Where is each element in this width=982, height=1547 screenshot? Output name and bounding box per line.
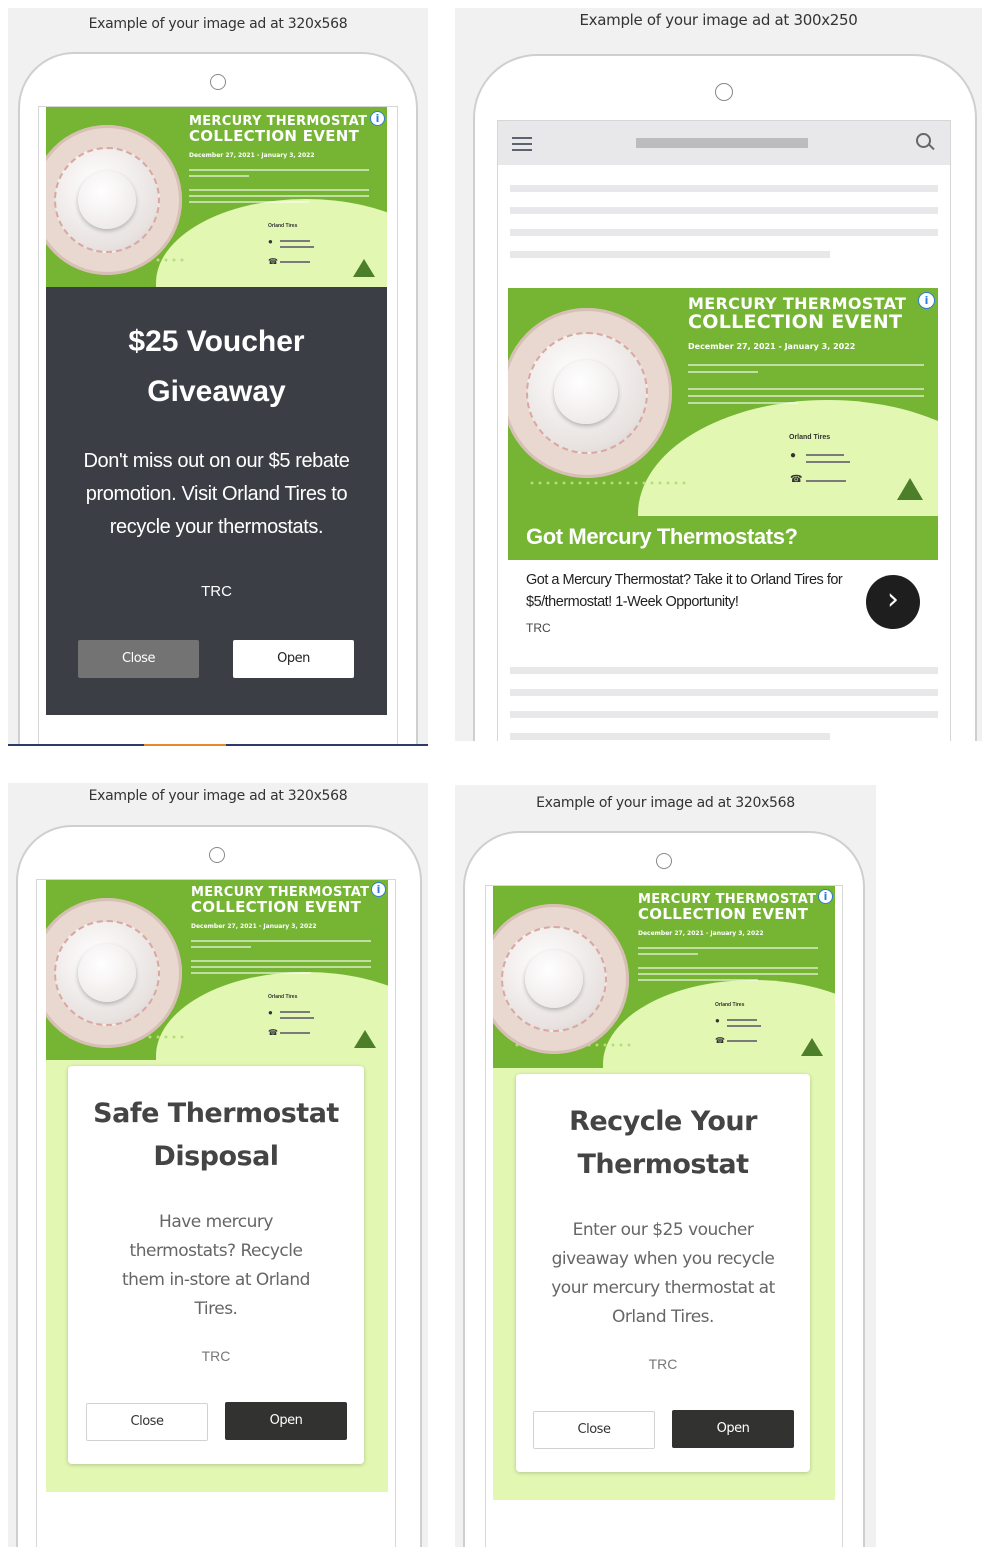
ad-headline: Safe Thermostat Disposal: [93, 1098, 339, 1172]
banner-date: December 27, 2021 - January 3, 2022: [638, 930, 764, 937]
close-button[interactable]: Close: [78, 640, 199, 678]
banner-store-name: Orland Tires: [268, 223, 298, 229]
phone-camera-icon: [656, 853, 672, 869]
hamburger-menu-icon[interactable]: [512, 137, 532, 151]
phone-icon: ☎: [268, 257, 278, 266]
banner-store-name: Orland Tires: [789, 434, 831, 441]
open-button[interactable]: Open: [672, 1410, 794, 1448]
preview-panel-4: Example of your image ad at 320x568 MERC…: [455, 785, 876, 1547]
ad-info-icon[interactable]: i: [370, 111, 385, 126]
open-button[interactable]: Open: [225, 1402, 347, 1440]
thermostat-image: [493, 904, 629, 1054]
banner-date: December 27, 2021 - January 3, 2022: [191, 923, 317, 930]
banner-store-name: Orland Tires: [715, 1002, 745, 1008]
location-pin-icon: ●: [268, 237, 273, 246]
preview-caption: Example of your image ad at 320x568: [88, 788, 348, 804]
banner-title: MERCURY THERMOSTAT COLLECTION EVENT: [638, 892, 817, 923]
browser-toolbar: [498, 121, 950, 165]
phone-camera-icon: [210, 74, 226, 90]
banner-title: MERCURY THERMOSTAT COLLECTION EVENT: [189, 114, 368, 145]
phone-icon: ☎: [268, 1028, 278, 1037]
ad-banner-image[interactable]: MERCURY THERMOSTAT COLLECTION EVENT Dece…: [508, 288, 938, 516]
address-bar[interactable]: [636, 138, 808, 148]
open-button[interactable]: Open: [233, 640, 354, 678]
banner-title: MERCURY THERMOSTAT COLLECTION EVENT: [191, 885, 370, 916]
ad-description: Don't miss out on our $5 rebate promotio…: [83, 450, 350, 538]
preview-caption: Example of your image ad at 320x568: [536, 795, 795, 811]
chevron-right-icon[interactable]: ›: [866, 575, 920, 629]
thermostat-image: [46, 125, 182, 275]
close-button[interactable]: Close: [533, 1411, 655, 1449]
phone-camera-icon: [209, 847, 225, 863]
logo-triangle-icon: [801, 1038, 823, 1056]
phone-screen: MERCURY THERMOSTAT COLLECTION EVENT Dece…: [38, 106, 398, 746]
logo-triangle-icon: [897, 478, 923, 500]
phone-screen: MERCURY THERMOSTAT COLLECTION EVENT Dece…: [36, 879, 396, 1547]
interstitial-card: Safe Thermostat Disposal Have mercury th…: [68, 1066, 364, 1464]
ad-info-icon[interactable]: i: [818, 889, 833, 904]
preview-caption: Example of your image ad at 300x250: [579, 11, 858, 29]
banner-title: MERCURY THERMOSTAT COLLECTION EVENT: [688, 294, 907, 333]
advertiser-name: TRC: [201, 1348, 231, 1364]
advertiser-name: TRC: [526, 621, 551, 635]
location-pin-icon: ●: [790, 450, 797, 461]
phone-screen: MERCURY THERMOSTAT COLLECTION EVENT Dece…: [485, 885, 843, 1547]
phone-icon: ☎: [790, 474, 803, 485]
ad-info-icon[interactable]: i: [371, 882, 386, 897]
advertiser-name: TRC: [648, 1356, 678, 1372]
interstitial-card: $25 Voucher Giveaway Don't miss out on o…: [46, 287, 387, 715]
ad-headline: Got Mercury Thermostats?: [526, 524, 798, 549]
ad-banner-image[interactable]: MERCURY THERMOSTAT COLLECTION EVENT Dece…: [493, 886, 835, 1068]
interstitial-card: Recycle Your Thermostat Enter our $25 vo…: [516, 1074, 810, 1472]
ad-headline: $25 Voucher Giveaway: [128, 325, 305, 408]
phone-camera-icon: [715, 83, 733, 101]
logo-triangle-icon: [354, 1030, 376, 1048]
ad-description: Have mercury thermostats? Recycle them i…: [122, 1212, 310, 1319]
close-button[interactable]: Close: [86, 1403, 208, 1441]
phone-screen: MERCURY THERMOSTAT COLLECTION EVENT Dece…: [497, 120, 951, 741]
thermostat-image: [46, 898, 182, 1048]
preview-panel-3: Example of your image ad at 320x568 MERC…: [8, 783, 428, 1547]
ad-description: Enter our $25 voucher giveaway when you …: [551, 1220, 775, 1327]
banner-store-name: Orland Tires: [268, 994, 298, 1000]
location-pin-icon: ●: [715, 1016, 720, 1025]
thermostat-image: [508, 308, 672, 478]
ad-banner-image[interactable]: MERCURY THERMOSTAT COLLECTION EVENT Dece…: [46, 880, 388, 1060]
ad-description: Got a Mercury Thermostat? Take it to Orl…: [526, 572, 843, 610]
banner-date: December 27, 2021 - January 3, 2022: [189, 152, 315, 159]
ad-headline: Recycle Your Thermostat: [569, 1106, 757, 1180]
ad-banner-image[interactable]: MERCURY THERMOSTAT COLLECTION EVENT Dece…: [46, 107, 387, 287]
logo-triangle-icon: [353, 259, 375, 277]
ad-headline-bar[interactable]: Got Mercury Thermostats?: [508, 516, 938, 560]
ad-info-icon[interactable]: i: [918, 292, 935, 309]
phone-icon: ☎: [715, 1036, 725, 1045]
banner-date: December 27, 2021 - January 3, 2022: [688, 342, 856, 351]
location-pin-icon: ●: [268, 1008, 273, 1017]
preview-panel-2: Example of your image ad at 300x250 MERC…: [455, 8, 982, 741]
preview-caption: Example of your image ad at 320x568: [88, 16, 348, 32]
preview-panel-1: Example of your image ad at 320x568 MERC…: [8, 8, 428, 746]
advertiser-name: TRC: [201, 583, 232, 600]
